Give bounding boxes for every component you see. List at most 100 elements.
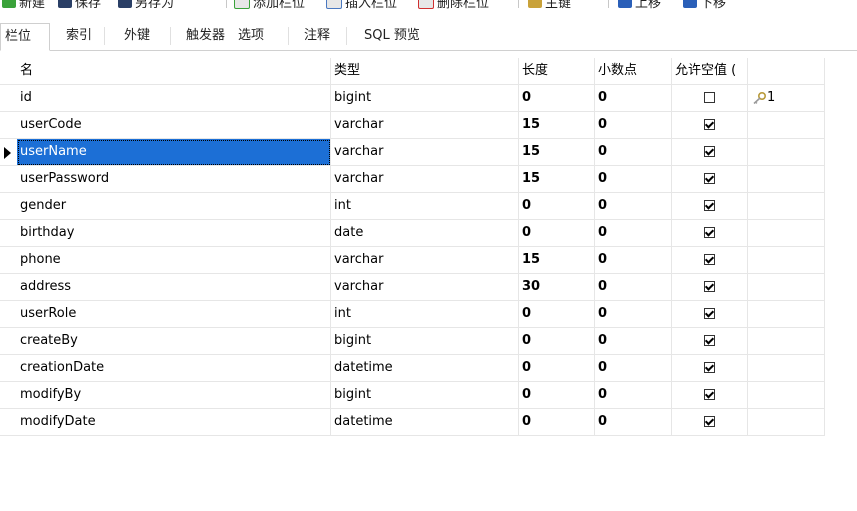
field-length-cell[interactable]: 0 bbox=[519, 355, 595, 382]
field-decimals-cell[interactable]: 0 bbox=[595, 85, 672, 112]
allow-null-checkbox[interactable] bbox=[704, 308, 715, 319]
field-length-cell[interactable]: 0 bbox=[519, 85, 595, 112]
tab-foreign-keys[interactable]: 外键 bbox=[120, 23, 154, 49]
field-decimals-cell[interactable]: 0 bbox=[595, 301, 672, 328]
row-indicator[interactable] bbox=[0, 355, 17, 382]
field-allow-null-cell[interactable] bbox=[672, 220, 748, 247]
field-type-cell[interactable]: varchar bbox=[331, 139, 519, 166]
field-allow-null-cell[interactable] bbox=[672, 193, 748, 220]
row-indicator[interactable] bbox=[0, 328, 17, 355]
save-as-button[interactable]: 另存为 bbox=[118, 0, 174, 12]
tab-indexes[interactable]: 索引 bbox=[62, 23, 96, 49]
field-name-cell[interactable]: address bbox=[17, 274, 331, 301]
field-allow-null-cell[interactable] bbox=[672, 85, 748, 112]
row-indicator[interactable] bbox=[0, 193, 17, 220]
allow-null-checkbox[interactable] bbox=[704, 254, 715, 265]
field-type-cell[interactable]: datetime bbox=[331, 409, 519, 436]
field-decimals-cell[interactable]: 0 bbox=[595, 382, 672, 409]
allow-null-checkbox[interactable] bbox=[704, 146, 715, 157]
field-type-cell[interactable]: date bbox=[331, 220, 519, 247]
allow-null-checkbox[interactable] bbox=[704, 416, 715, 427]
field-allow-null-cell[interactable] bbox=[672, 355, 748, 382]
field-decimals-cell[interactable]: 0 bbox=[595, 409, 672, 436]
field-length-cell[interactable]: 30 bbox=[519, 274, 595, 301]
field-length-cell[interactable]: 0 bbox=[519, 220, 595, 247]
field-allow-null-cell[interactable] bbox=[672, 274, 748, 301]
allow-null-checkbox[interactable] bbox=[704, 92, 715, 103]
field-decimals-cell[interactable]: 0 bbox=[595, 247, 672, 274]
field-type-cell[interactable]: datetime bbox=[331, 355, 519, 382]
row-indicator[interactable] bbox=[0, 112, 17, 139]
field-name-cell[interactable]: birthday bbox=[17, 220, 331, 247]
field-type-cell[interactable]: bigint bbox=[331, 328, 519, 355]
field-length-cell[interactable]: 0 bbox=[519, 409, 595, 436]
header-allow-null[interactable]: 允许空值 ( bbox=[672, 58, 748, 85]
allow-null-checkbox[interactable] bbox=[704, 200, 715, 211]
header-length[interactable]: 长度 bbox=[519, 58, 595, 85]
field-decimals-cell[interactable]: 0 bbox=[595, 112, 672, 139]
tab-comment[interactable]: 注释 bbox=[300, 23, 334, 49]
row-indicator[interactable] bbox=[0, 409, 17, 436]
field-allow-null-cell[interactable] bbox=[672, 409, 748, 436]
field-allow-null-cell[interactable] bbox=[672, 328, 748, 355]
move-up-button[interactable]: 上移 bbox=[618, 0, 661, 12]
field-type-cell[interactable]: varchar bbox=[331, 166, 519, 193]
header-decimals[interactable]: 小数点 bbox=[595, 58, 672, 85]
field-length-cell[interactable]: 15 bbox=[519, 166, 595, 193]
allow-null-checkbox[interactable] bbox=[704, 227, 715, 238]
header-type[interactable]: 类型 bbox=[331, 58, 519, 85]
field-length-cell[interactable]: 15 bbox=[519, 112, 595, 139]
allow-null-checkbox[interactable] bbox=[704, 281, 715, 292]
field-name-cell[interactable]: creationDate bbox=[17, 355, 331, 382]
row-indicator[interactable] bbox=[0, 166, 17, 193]
field-allow-null-cell[interactable] bbox=[672, 166, 748, 193]
tab-sql-preview[interactable]: SQL 预览 bbox=[360, 23, 424, 49]
field-name-cell[interactable]: phone bbox=[17, 247, 331, 274]
field-decimals-cell[interactable]: 0 bbox=[595, 166, 672, 193]
row-indicator[interactable] bbox=[0, 139, 17, 166]
allow-null-checkbox[interactable] bbox=[704, 362, 715, 373]
field-allow-null-cell[interactable] bbox=[672, 112, 748, 139]
field-allow-null-cell[interactable] bbox=[672, 247, 748, 274]
field-decimals-cell[interactable]: 0 bbox=[595, 139, 672, 166]
field-allow-null-cell[interactable] bbox=[672, 382, 748, 409]
field-decimals-cell[interactable]: 0 bbox=[595, 355, 672, 382]
field-decimals-cell[interactable]: 0 bbox=[595, 274, 672, 301]
insert-field-button[interactable]: 插入栏位 bbox=[326, 0, 397, 12]
field-name-cell[interactable]: userCode bbox=[17, 112, 331, 139]
row-indicator[interactable] bbox=[0, 247, 17, 274]
allow-null-checkbox[interactable] bbox=[704, 389, 715, 400]
row-indicator[interactable] bbox=[0, 301, 17, 328]
field-name-cell[interactable]: modifyBy bbox=[17, 382, 331, 409]
move-down-button[interactable]: 下移 bbox=[683, 0, 726, 12]
field-name-cell[interactable]: modifyDate bbox=[17, 409, 331, 436]
field-type-cell[interactable]: bigint bbox=[331, 85, 519, 112]
row-indicator[interactable] bbox=[0, 220, 17, 247]
field-name-cell[interactable]: userName bbox=[17, 139, 331, 166]
field-type-cell[interactable]: varchar bbox=[331, 274, 519, 301]
header-name[interactable]: 名 bbox=[17, 58, 331, 85]
field-allow-null-cell[interactable] bbox=[672, 301, 748, 328]
field-allow-null-cell[interactable] bbox=[672, 139, 748, 166]
primary-key-button[interactable]: 主键 bbox=[528, 0, 571, 12]
tab-fields[interactable]: 栏位 bbox=[0, 23, 50, 51]
field-type-cell[interactable]: int bbox=[331, 301, 519, 328]
field-decimals-cell[interactable]: 0 bbox=[595, 220, 672, 247]
field-length-cell[interactable]: 0 bbox=[519, 193, 595, 220]
field-length-cell[interactable]: 0 bbox=[519, 301, 595, 328]
field-length-cell[interactable]: 0 bbox=[519, 328, 595, 355]
allow-null-checkbox[interactable] bbox=[704, 335, 715, 346]
header-key[interactable] bbox=[748, 58, 825, 85]
field-length-cell[interactable]: 15 bbox=[519, 247, 595, 274]
allow-null-checkbox[interactable] bbox=[704, 173, 715, 184]
allow-null-checkbox[interactable] bbox=[704, 119, 715, 130]
row-indicator[interactable] bbox=[0, 274, 17, 301]
field-name-cell[interactable]: userRole bbox=[17, 301, 331, 328]
field-type-cell[interactable]: varchar bbox=[331, 247, 519, 274]
delete-field-button[interactable]: 删除栏位 bbox=[418, 0, 489, 12]
field-name-cell[interactable]: createBy bbox=[17, 328, 331, 355]
new-button[interactable]: 新建 bbox=[2, 0, 45, 12]
row-indicator[interactable] bbox=[0, 382, 17, 409]
field-name-cell[interactable]: userPassword bbox=[17, 166, 331, 193]
field-type-cell[interactable]: bigint bbox=[331, 382, 519, 409]
